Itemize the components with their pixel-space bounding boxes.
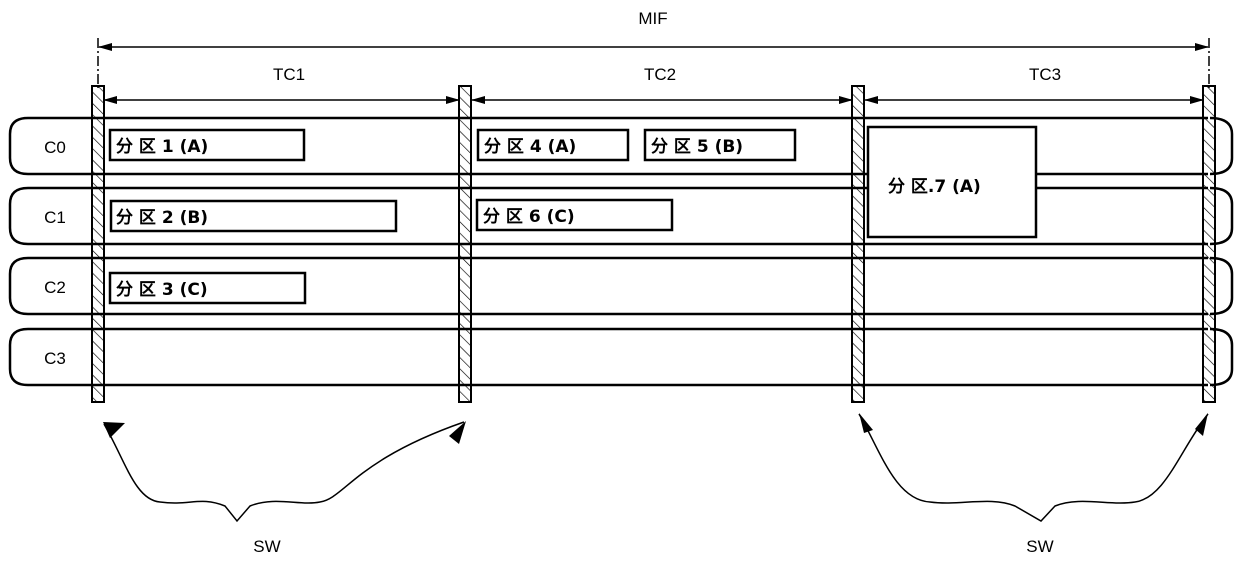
svg-text:分 区 3 (C): 分 区 3 (C) bbox=[116, 280, 208, 300]
partition-6: 分 区 6 (C) bbox=[475, 198, 674, 232]
svg-text:分 区 1 (A): 分 区 1 (A) bbox=[116, 137, 208, 157]
svg-text:分 区 5 (B): 分 区 5 (B) bbox=[651, 137, 743, 157]
partition-5: 分 区 5 (B) bbox=[643, 128, 797, 162]
partition-7: 分 区.7 (A) bbox=[866, 125, 1038, 239]
partition-4: 分 区 4 (A) bbox=[476, 128, 630, 162]
core-label-c2: C2 bbox=[44, 278, 66, 297]
switch-barrier-1 bbox=[91, 85, 105, 403]
mif-label: MIF bbox=[638, 9, 667, 28]
partition-schedule-diagram: MIF TC1 TC2 TC3 C0 C1 C2 C3 分 区 1 (A) 分 … bbox=[8, 9, 1234, 556]
sw-brace-right bbox=[858, 413, 1209, 522]
time-cycle-spans: TC1 TC2 TC3 bbox=[103, 65, 1204, 104]
partitions: 分 区 1 (A) 分 区 2 (B) 分 区 3 (C) 分 区 4 (A) … bbox=[108, 125, 1038, 305]
svg-text:分 区 6 (C): 分 区 6 (C) bbox=[483, 207, 575, 227]
partition-2: 分 区 2 (B) bbox=[109, 199, 398, 233]
partition-3: 分 区 3 (C) bbox=[108, 271, 307, 305]
sw-label-right: SW bbox=[1026, 537, 1053, 556]
sw-brace-left bbox=[103, 421, 465, 523]
svg-text:分 区 2 (B): 分 区 2 (B) bbox=[116, 208, 208, 228]
core-label-c1: C1 bbox=[44, 208, 66, 227]
switch-barrier-4 bbox=[1202, 85, 1216, 403]
switch-annotation-left: SW bbox=[103, 421, 466, 556]
switch-barrier-2 bbox=[458, 85, 472, 403]
switch-barrier-3 bbox=[851, 85, 865, 403]
switch-annotation-right: SW bbox=[858, 413, 1209, 556]
tc1-label: TC1 bbox=[273, 65, 305, 84]
core-label-c0: C0 bbox=[44, 138, 66, 157]
core-row-c3: C3 bbox=[8, 327, 1234, 387]
partition-1: 分 区 1 (A) bbox=[108, 128, 306, 162]
svg-text:分 区 4 (A): 分 区 4 (A) bbox=[484, 137, 576, 157]
sw-label-left: SW bbox=[253, 537, 280, 556]
core-label-c3: C3 bbox=[44, 349, 66, 368]
tc3-label: TC3 bbox=[1029, 65, 1061, 84]
tc2-label: TC2 bbox=[644, 65, 676, 84]
svg-text:分 区.7 (A): 分 区.7 (A) bbox=[888, 177, 981, 197]
